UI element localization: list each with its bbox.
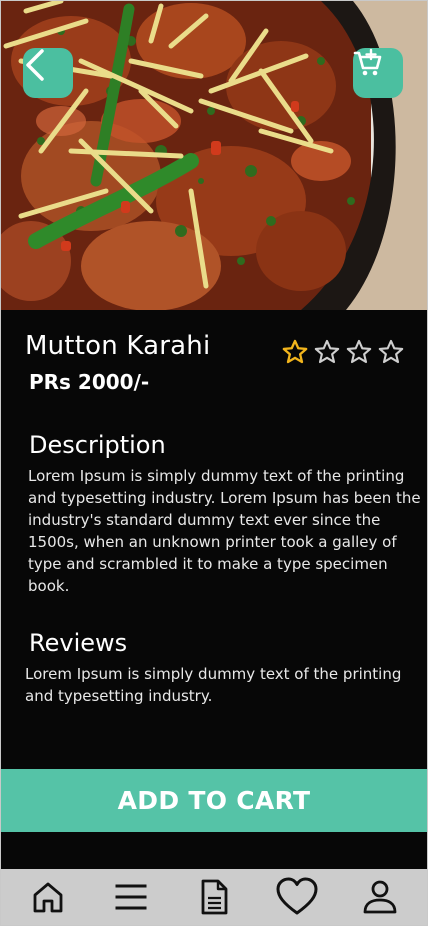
back-button[interactable] [23,48,73,98]
nav-orders[interactable] [188,871,240,923]
reviews-text: Lorem Ipsum is simply dummy text of the … [25,665,402,705]
star-icon-empty[interactable] [377,338,405,366]
chevron-left-icon [26,49,44,81]
star-icon-empty[interactable] [345,338,373,366]
product-name: Mutton Karahi [25,331,211,361]
product-image [1,1,427,310]
nav-profile[interactable] [354,871,406,923]
add-to-cart-button[interactable]: ADD TO CART [1,769,427,832]
bottom-navigation [1,869,427,925]
add-to-cart-icon [353,48,382,76]
description-text: Lorem Ipsum is simply dummy text of the … [28,467,421,595]
nav-home[interactable] [22,871,74,923]
star-rating[interactable] [281,338,405,366]
nav-favorites[interactable] [271,871,323,923]
reviews-heading: Reviews [29,629,128,657]
home-icon [33,882,63,913]
nav-menu[interactable] [105,871,157,923]
description-heading: Description [29,431,166,459]
cart-button[interactable] [353,48,403,98]
product-price: PRs 2000/- [29,370,150,394]
menu-icon [115,884,147,910]
document-icon [201,879,228,915]
product-detail-screen: Mutton Karahi PRs 2000/- Description Lor… [0,0,428,926]
user-icon [363,880,396,914]
star-icon-empty[interactable] [313,338,341,366]
heart-icon [276,877,318,915]
star-icon-filled[interactable] [281,338,309,366]
